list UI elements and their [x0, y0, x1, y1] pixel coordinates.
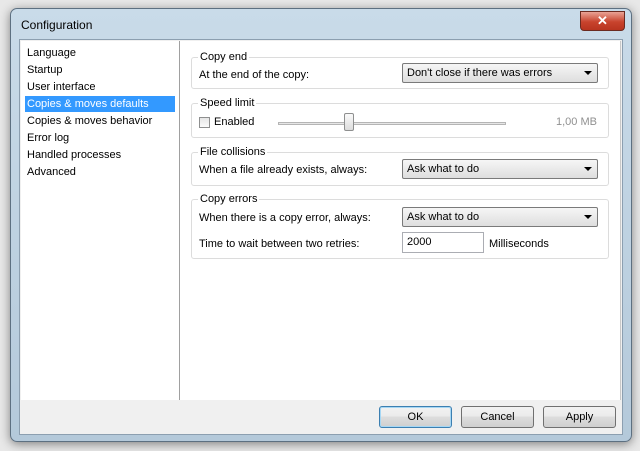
file-collisions-label: When a file already exists, always: — [199, 164, 368, 176]
speed-limit-enabled-checkbox[interactable] — [199, 117, 210, 128]
retry-wait-label: Time to wait between two retries: — [199, 238, 360, 250]
apply-button[interactable]: Apply — [543, 406, 616, 428]
file-collisions-value: Ask what to do — [407, 163, 480, 175]
chevron-down-icon — [584, 167, 592, 171]
close-button[interactable]: ✕ — [580, 11, 625, 31]
close-icon: ✕ — [597, 13, 608, 28]
speed-limit-value: 1,00 MB — [556, 116, 597, 128]
speed-limit-group: Speed limit Enabled 1,00 MB — [191, 97, 609, 138]
copy-end-select[interactable]: Don't close if there was errors — [402, 63, 598, 83]
copy-end-value: Don't close if there was errors — [407, 67, 553, 79]
retry-wait-unit: Milliseconds — [489, 238, 549, 250]
sidebar-item-startup[interactable]: Startup — [25, 62, 175, 78]
file-collisions-title: File collisions — [198, 146, 268, 158]
copy-errors-group: Copy errors When there is a copy error, … — [191, 193, 609, 259]
speed-limit-enabled-label: Enabled — [214, 116, 255, 128]
configuration-window: Configuration ✕ Language Startup User in… — [10, 8, 632, 442]
dialog-footer: OK Cancel Apply — [21, 401, 621, 433]
sidebar-item-copies-moves-defaults[interactable]: Copies & moves defaults — [25, 96, 175, 112]
retry-wait-input[interactable]: 2000 — [402, 232, 484, 253]
chevron-down-icon — [584, 215, 592, 219]
speed-limit-slider-track[interactable] — [278, 122, 506, 125]
dialog-client: Language Startup User interface Copies &… — [19, 39, 623, 435]
ok-button[interactable]: OK — [379, 406, 452, 428]
cancel-button[interactable]: Cancel — [461, 406, 534, 428]
copy-errors-label: When there is a copy error, always: — [199, 212, 371, 224]
copy-end-label: At the end of the copy: — [199, 69, 310, 81]
sidebar-item-language[interactable]: Language — [25, 45, 175, 61]
copy-errors-title: Copy errors — [198, 193, 260, 205]
copy-end-group: Copy end At the end of the copy: Don't c… — [191, 51, 609, 89]
speed-limit-title: Speed limit — [198, 97, 257, 109]
settings-panel: Copy end At the end of the copy: Don't c… — [180, 41, 621, 400]
sidebar-item-copies-moves-behavior[interactable]: Copies & moves behavior — [25, 113, 175, 129]
copy-errors-value: Ask what to do — [407, 211, 480, 223]
speed-limit-slider-thumb[interactable] — [343, 113, 354, 131]
copy-errors-select[interactable]: Ask what to do — [402, 207, 598, 227]
sidebar-item-advanced[interactable]: Advanced — [25, 164, 175, 180]
window-title: Configuration — [21, 18, 93, 32]
sidebar: Language Startup User interface Copies &… — [21, 41, 180, 400]
sidebar-item-user-interface[interactable]: User interface — [25, 79, 175, 95]
file-collisions-group: File collisions When a file already exis… — [191, 146, 609, 186]
sidebar-item-error-log[interactable]: Error log — [25, 130, 175, 146]
file-collisions-select[interactable]: Ask what to do — [402, 159, 598, 179]
chevron-down-icon — [584, 71, 592, 75]
copy-end-title: Copy end — [198, 51, 250, 63]
sidebar-item-handled-processes[interactable]: Handled processes — [25, 147, 175, 163]
